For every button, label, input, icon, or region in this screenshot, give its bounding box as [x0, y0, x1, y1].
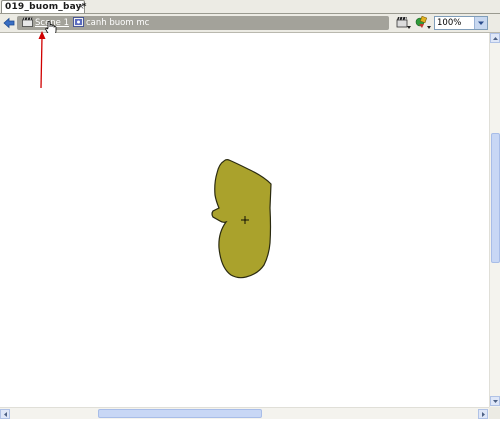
vertical-scroll-thumb[interactable]: [491, 133, 500, 263]
document-tab-title: 019_buom_bay*: [5, 2, 87, 12]
close-icon[interactable]: ×: [77, 1, 85, 13]
back-arrow-icon[interactable]: [3, 17, 15, 29]
wing-shape: [211, 159, 272, 279]
movieclip-symbol-icon: [73, 16, 84, 27]
zoom-select[interactable]: 100%: [434, 16, 488, 30]
annotation-arrow-icon: [38, 31, 46, 89]
vertical-scrollbar[interactable]: [489, 33, 500, 407]
document-tab[interactable]: 019_buom_bay* ×: [1, 0, 87, 13]
breadcrumb-movieclip-label: canh buom mc: [86, 18, 150, 28]
breadcrumb: Scene 1 canh buom mc: [17, 16, 389, 30]
horizontal-scrollbar[interactable]: [0, 407, 489, 419]
scroll-right-icon[interactable]: [478, 409, 488, 419]
symbol-dropdown-icon[interactable]: [415, 15, 431, 30]
scrollbar-corner: [489, 407, 500, 419]
edit-bar: Scene 1 canh buom mc 100%: [0, 14, 500, 33]
scroll-up-icon[interactable]: [490, 33, 500, 43]
clapperboard-icon: [22, 16, 33, 27]
scroll-left-icon[interactable]: [0, 409, 10, 419]
stage-canvas: [211, 159, 272, 279]
horizontal-scroll-thumb[interactable]: [98, 409, 262, 418]
breadcrumb-movieclip[interactable]: canh buom mc: [73, 16, 149, 30]
dropdown-arrow-icon[interactable]: [474, 17, 487, 29]
stage[interactable]: [0, 33, 489, 407]
scroll-down-icon[interactable]: [490, 396, 500, 406]
document-tab-bar: 019_buom_bay* ×: [0, 0, 500, 14]
zoom-value: 100%: [437, 18, 462, 28]
clapperboard-dropdown-icon[interactable]: [396, 15, 411, 30]
